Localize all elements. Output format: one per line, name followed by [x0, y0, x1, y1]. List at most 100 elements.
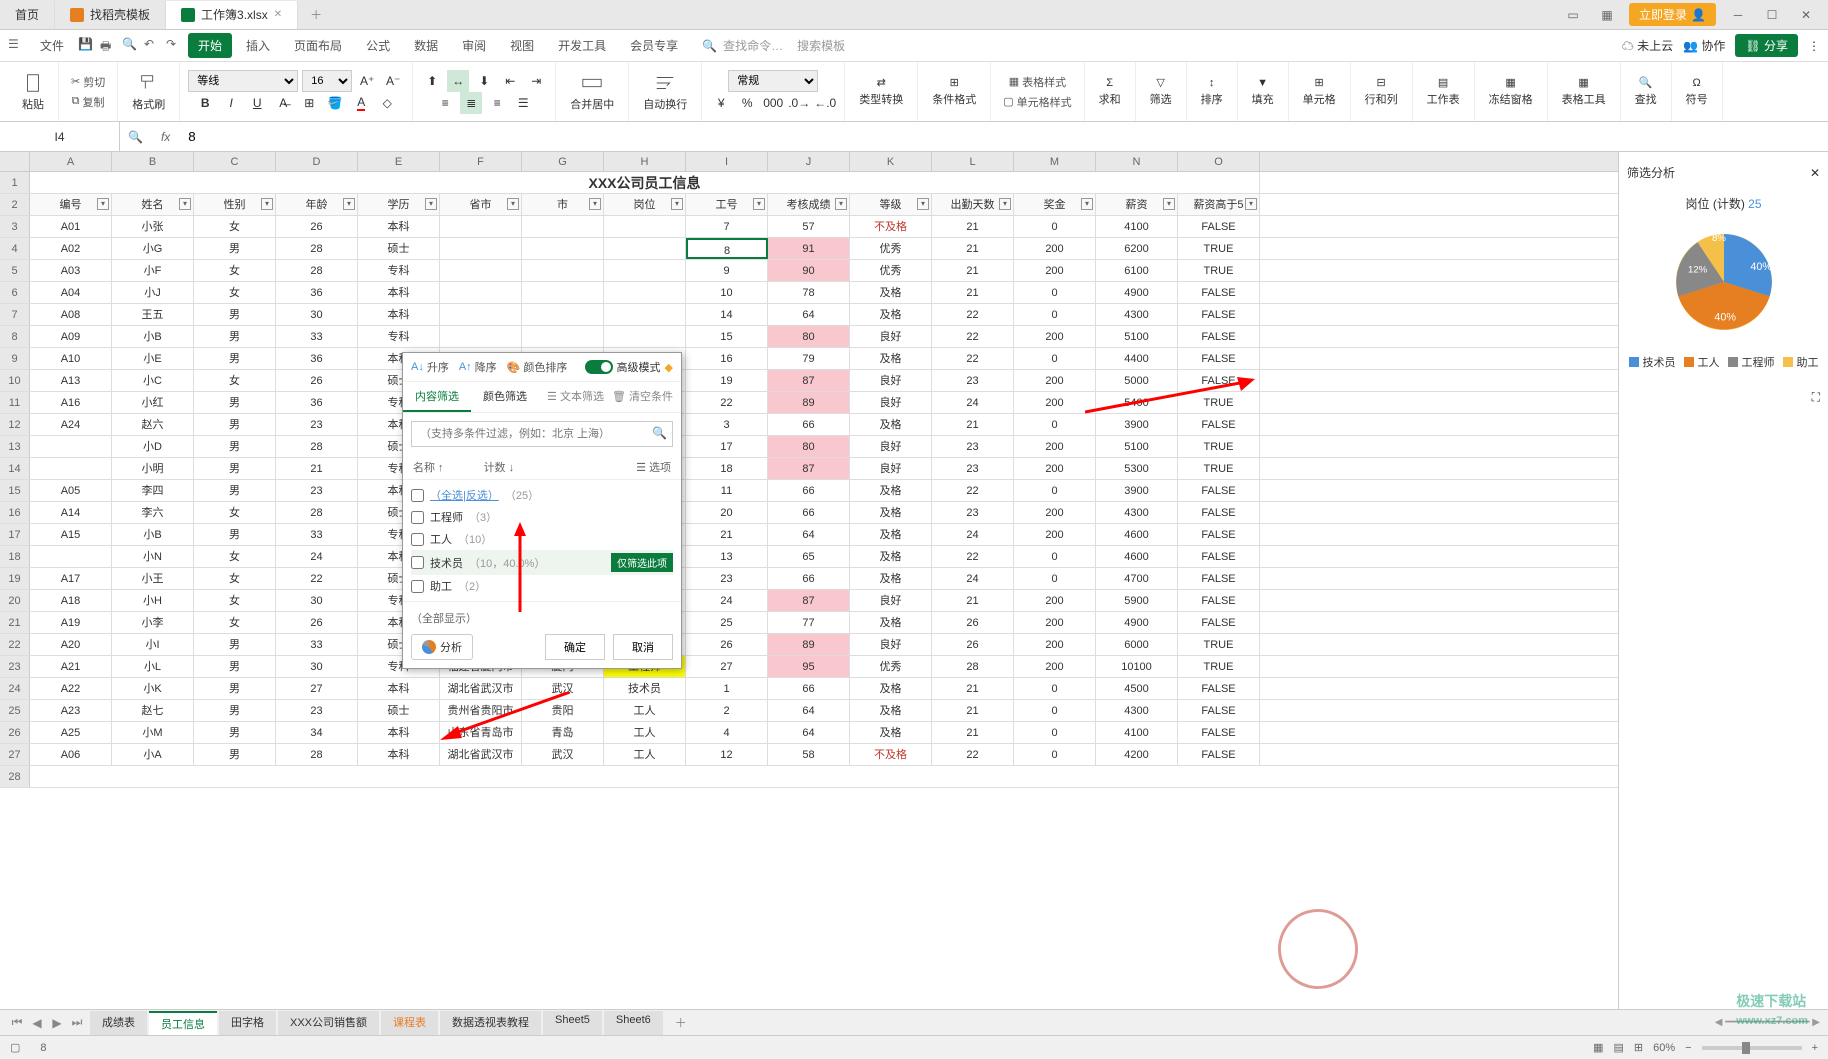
data-cell[interactable]: 小E: [112, 348, 194, 369]
data-cell[interactable]: 23: [932, 458, 1014, 479]
data-cell[interactable]: 小M: [112, 722, 194, 743]
column-header[interactable]: 年龄▾: [276, 194, 358, 215]
tab-workbook[interactable]: 工作簿3.xlsx✕: [166, 1, 298, 29]
data-cell[interactable]: 小明: [112, 458, 194, 479]
data-cell[interactable]: FALSE: [1178, 590, 1260, 611]
data-cell[interactable]: 良好: [850, 392, 932, 413]
data-cell[interactable]: A23: [30, 700, 112, 721]
data-cell[interactable]: 21: [276, 458, 358, 479]
tab-add-button[interactable]: ＋: [298, 6, 334, 23]
menu-view[interactable]: 视图: [500, 33, 544, 58]
data-cell[interactable]: 4900: [1096, 282, 1178, 303]
col-header[interactable]: E: [358, 152, 440, 171]
data-cell[interactable]: 22: [932, 480, 1014, 501]
data-cell[interactable]: 33: [276, 634, 358, 655]
column-header[interactable]: 性别▾: [194, 194, 276, 215]
data-cell[interactable]: 200: [1014, 590, 1096, 611]
column-header[interactable]: 薪资高于5▾: [1178, 194, 1260, 215]
data-cell[interactable]: 91: [768, 238, 850, 259]
data-cell[interactable]: 专科: [358, 260, 440, 281]
data-cell[interactable]: 24: [932, 568, 1014, 589]
data-cell[interactable]: 23: [276, 480, 358, 501]
data-cell[interactable]: 3: [686, 414, 768, 435]
data-cell[interactable]: 66: [768, 678, 850, 699]
data-cell[interactable]: 4100: [1096, 216, 1178, 237]
data-cell[interactable]: FALSE: [1178, 414, 1260, 435]
type-convert-button[interactable]: ⇄类型转换: [853, 72, 909, 111]
sort-asc-button[interactable]: A↓升序: [411, 359, 449, 375]
col-header[interactable]: H: [604, 152, 686, 171]
data-cell[interactable]: 10: [686, 282, 768, 303]
zoom-value[interactable]: 60%: [1653, 1042, 1675, 1054]
decrease-font-icon[interactable]: A⁻: [382, 70, 404, 92]
data-cell[interactable]: 硕士: [358, 238, 440, 259]
save-icon[interactable]: 💾: [78, 37, 96, 55]
data-cell[interactable]: 良好: [850, 436, 932, 457]
data-cell[interactable]: 4400: [1096, 348, 1178, 369]
data-cell[interactable]: 1: [686, 678, 768, 699]
maximize-button[interactable]: ☐: [1760, 3, 1784, 27]
filter-icon[interactable]: ▾: [261, 198, 273, 210]
sheet-add-button[interactable]: ＋: [667, 1014, 695, 1031]
align-middle-icon[interactable]: ↔: [447, 70, 469, 92]
data-cell[interactable]: 78: [768, 282, 850, 303]
data-cell[interactable]: A20: [30, 634, 112, 655]
data-cell[interactable]: 李六: [112, 502, 194, 523]
data-cell[interactable]: 专科: [358, 326, 440, 347]
data-cell[interactable]: 小王: [112, 568, 194, 589]
row-header[interactable]: 25: [0, 700, 30, 721]
percent-icon[interactable]: %: [736, 92, 758, 114]
data-cell[interactable]: 小B: [112, 524, 194, 545]
data-cell[interactable]: 女: [194, 502, 276, 523]
data-cell[interactable]: 及格: [850, 348, 932, 369]
login-button[interactable]: 立即登录👤: [1629, 3, 1716, 26]
data-cell[interactable]: 28: [276, 436, 358, 457]
col-header[interactable]: D: [276, 152, 358, 171]
data-cell[interactable]: 6100: [1096, 260, 1178, 281]
apps-icon[interactable]: ▦: [1595, 3, 1619, 27]
row-header[interactable]: 12: [0, 414, 30, 435]
data-cell[interactable]: TRUE: [1178, 634, 1260, 655]
data-cell[interactable]: [440, 326, 522, 347]
data-cell[interactable]: 9: [686, 260, 768, 281]
dec-inc-icon[interactable]: .0→: [788, 92, 810, 114]
data-cell[interactable]: 男: [194, 656, 276, 677]
data-cell[interactable]: [604, 282, 686, 303]
data-cell[interactable]: 6000: [1096, 634, 1178, 655]
data-cell[interactable]: 200: [1014, 392, 1096, 413]
more-icon[interactable]: ⋮: [1808, 39, 1820, 53]
data-cell[interactable]: 26: [276, 216, 358, 237]
data-cell[interactable]: 0: [1014, 700, 1096, 721]
sheet-tab[interactable]: XXX公司销售额: [278, 1011, 379, 1035]
row-header[interactable]: 18: [0, 546, 30, 567]
sheet-tab[interactable]: 课程表: [381, 1011, 438, 1035]
bold-button[interactable]: B: [194, 92, 216, 114]
data-cell[interactable]: 4900: [1096, 612, 1178, 633]
column-header[interactable]: 等级▾: [850, 194, 932, 215]
data-cell[interactable]: 21: [932, 282, 1014, 303]
data-cell[interactable]: 及格: [850, 524, 932, 545]
data-cell[interactable]: 本科: [358, 304, 440, 325]
view-break-icon[interactable]: ⊞: [1634, 1041, 1643, 1054]
data-cell[interactable]: 200: [1014, 524, 1096, 545]
data-cell[interactable]: A05: [30, 480, 112, 501]
data-cell[interactable]: 12: [686, 744, 768, 765]
data-cell[interactable]: 33: [276, 524, 358, 545]
data-cell[interactable]: [522, 304, 604, 325]
data-cell[interactable]: 10100: [1096, 656, 1178, 677]
data-cell[interactable]: 25: [686, 612, 768, 633]
cloud-status[interactable]: ☁ 未上云: [1622, 37, 1673, 54]
data-cell[interactable]: 及格: [850, 612, 932, 633]
redo-icon[interactable]: ↷: [166, 37, 184, 55]
data-cell[interactable]: 26: [276, 612, 358, 633]
spreadsheet-grid[interactable]: ABCDEFGHIJKLMNO 1XXX公司员工信息2编号▾姓名▾性别▾年龄▾学…: [0, 152, 1618, 1009]
data-cell[interactable]: 22: [932, 744, 1014, 765]
data-cell[interactable]: 11: [686, 480, 768, 501]
data-cell[interactable]: 0: [1014, 744, 1096, 765]
color-sort-button[interactable]: 🎨颜色排序: [507, 359, 568, 375]
data-cell[interactable]: 36: [276, 282, 358, 303]
data-cell[interactable]: 男: [194, 700, 276, 721]
row-header[interactable]: 26: [0, 722, 30, 743]
close-button[interactable]: ✕: [1794, 3, 1818, 27]
view-normal-icon[interactable]: ▦: [1593, 1041, 1603, 1054]
